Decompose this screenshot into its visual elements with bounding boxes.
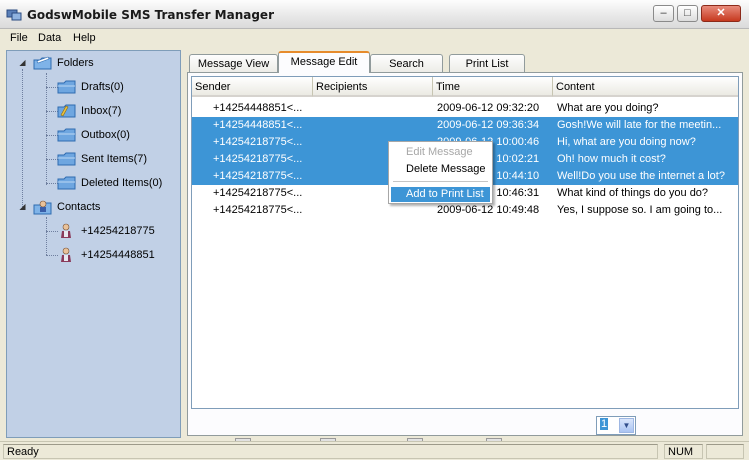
tree-label: Drafts(0) [81,81,124,93]
delete-message-menu-item[interactable]: Delete Message [391,162,490,177]
column-header-recipients[interactable]: Recipients [313,77,433,97]
cell-time: 2009-06-12 10:49:48 [437,204,540,216]
folder-tree-panel: ◢ Folders Drafts(0) Inbox(7) Outbox(0) S… [6,50,181,438]
tree-label: Folders [57,57,94,69]
tree-label: Sent Items(7) [81,153,148,165]
tree-line [46,73,47,185]
person-icon [61,223,71,238]
person-icon [61,247,71,262]
column-header-sender[interactable]: Sender [192,77,313,97]
tree-label: Contacts [57,201,101,213]
folder-icon [57,128,76,142]
tab-print-list[interactable]: Print List [449,54,525,73]
tree-line [22,69,23,209]
table-row[interactable]: +14254448851<... 2009-06-12 09:36:34 Gosh!… [192,117,738,134]
tab-search[interactable]: Search [370,54,443,73]
cell-content: Gosh!We will late for the meetin... [557,119,722,131]
status-text: Ready [3,444,658,459]
tab-message-edit[interactable]: Message Edit [278,51,370,73]
add-to-print-list-menu-item[interactable]: Add to Print List [391,187,490,202]
status-bar: Ready NUM [0,441,749,460]
context-menu: Edit Message Delete Message Add to Print… [388,141,493,204]
tab-content: Sender Recipients Time Content +14254448… [187,72,743,453]
cell-sender: +14254218775<... [213,136,303,148]
cell-time: 2009-06-12 09:32:20 [437,102,540,114]
tree-label: +14254448851 [81,249,155,261]
chevron-down-icon[interactable]: ▼ [619,418,634,433]
menu-data[interactable]: Data [38,32,61,44]
title-bar[interactable]: GodswMobile SMS Transfer Manager – □ ✕ [0,0,749,29]
tree-label: Deleted Items(0) [81,177,163,189]
tree-label: +14254218775 [81,225,155,237]
page-select[interactable]: 1 ▼ [596,416,636,435]
tab-message-view[interactable]: Message View [189,54,278,73]
tree-label: Outbox(0) [81,129,130,141]
inbox-icon [57,104,76,118]
menu-file[interactable]: File [10,32,28,44]
contacts-icon [33,200,52,215]
table-row[interactable]: +14254448851<... 2009-06-12 09:32:20 What … [192,100,738,117]
num-lock-indicator: NUM [664,444,703,459]
cell-sender: +14254218775<... [213,170,303,182]
app-window: GodswMobile SMS Transfer Manager – □ ✕ F… [0,0,749,460]
menu-help[interactable]: Help [73,32,96,44]
menu-bar: File Data Help [0,30,749,48]
collapse-icon[interactable]: ◢ [18,59,27,68]
folder-icon [57,176,76,190]
cell-content: Hi, what are you doing now? [557,136,696,148]
cell-time: 2009-06-12 09:36:34 [437,119,540,131]
tree-line [46,217,47,255]
minimize-button[interactable]: – [653,5,674,22]
menu-separator [393,181,488,182]
cell-content: What kind of things do you do? [557,187,709,199]
cell-content: Yes, I suppose so. I am going to... [557,204,723,216]
folder-icon [57,152,76,166]
window-title: GodswMobile SMS Transfer Manager [27,8,274,22]
maximize-button[interactable]: □ [677,5,698,22]
table-row[interactable]: +14254218775<... 2009-06-12 10:49:48 Yes, … [192,202,738,219]
collapse-icon[interactable]: ◢ [18,203,27,212]
status-cell-empty [706,444,744,459]
cell-content: Well!Do you use the internet a lot? [557,170,725,182]
edit-message-menu-item[interactable]: Edit Message [391,145,490,160]
cell-sender: +14254448851<... [213,102,303,114]
cell-sender: +14254218775<... [213,187,303,199]
page-select-value: 1 [600,418,609,430]
cell-content: Oh! how much it cost? [557,153,666,165]
cell-sender: +14254448851<... [213,119,303,131]
cell-sender: +14254218775<... [213,153,303,165]
cell-sender: +14254218775<... [213,204,303,216]
close-button[interactable]: ✕ [701,5,741,22]
message-table[interactable]: Sender Recipients Time Content +14254448… [191,76,739,409]
folder-icon [57,80,76,94]
tree-label: Inbox(7) [81,105,122,117]
column-header-content[interactable]: Content [553,77,738,97]
app-icon [6,9,22,21]
column-header-time[interactable]: Time [433,77,553,97]
cell-content: What are you doing? [557,102,659,114]
message-pane: Message View Message Edit Search Print L… [184,50,745,453]
folders-icon [33,56,52,70]
